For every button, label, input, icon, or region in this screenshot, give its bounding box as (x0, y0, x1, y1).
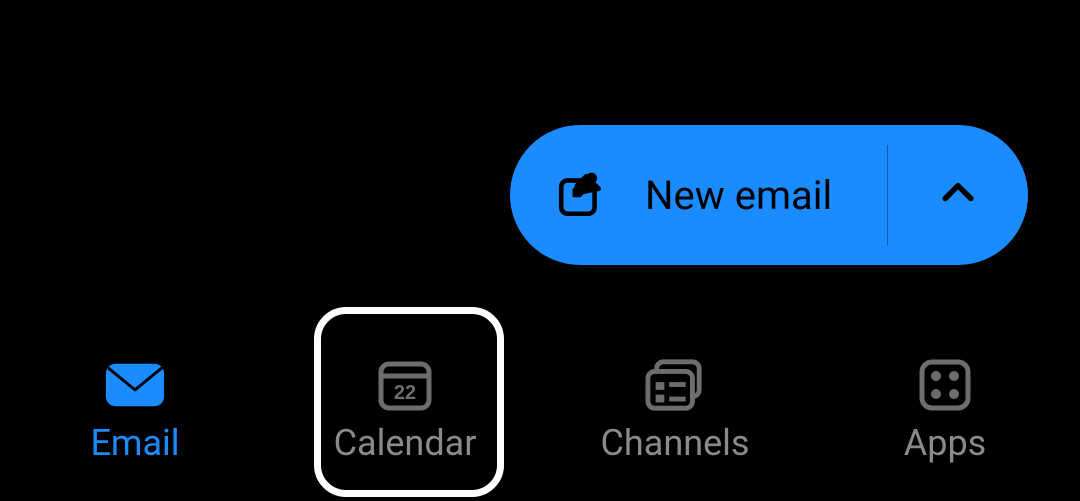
nav-item-email[interactable]: Email (0, 325, 270, 501)
mail-icon (105, 362, 165, 408)
compose-icon (555, 170, 605, 220)
chevron-up-icon (936, 171, 980, 219)
nav-label-channels: Channels (600, 422, 749, 464)
bottom-nav: Email 22 Calendar Channels (0, 325, 1080, 501)
new-email-button[interactable]: New email (510, 125, 887, 265)
nav-item-channels[interactable]: Channels (540, 325, 810, 501)
calendar-date-badge: 22 (394, 382, 416, 404)
nav-item-calendar[interactable]: 22 Calendar (270, 325, 540, 501)
new-email-label: New email (645, 172, 832, 219)
content-area: New email (0, 0, 1080, 325)
new-email-fab: New email (510, 125, 1028, 265)
nav-label-calendar: Calendar (334, 422, 477, 464)
apps-icon (915, 362, 975, 408)
nav-label-apps: Apps (904, 422, 987, 464)
channels-icon (645, 362, 705, 408)
nav-item-apps[interactable]: Apps (810, 325, 1080, 501)
nav-label-email: Email (90, 422, 179, 464)
fab-expand-button[interactable] (888, 125, 1028, 265)
calendar-icon: 22 (375, 362, 435, 408)
